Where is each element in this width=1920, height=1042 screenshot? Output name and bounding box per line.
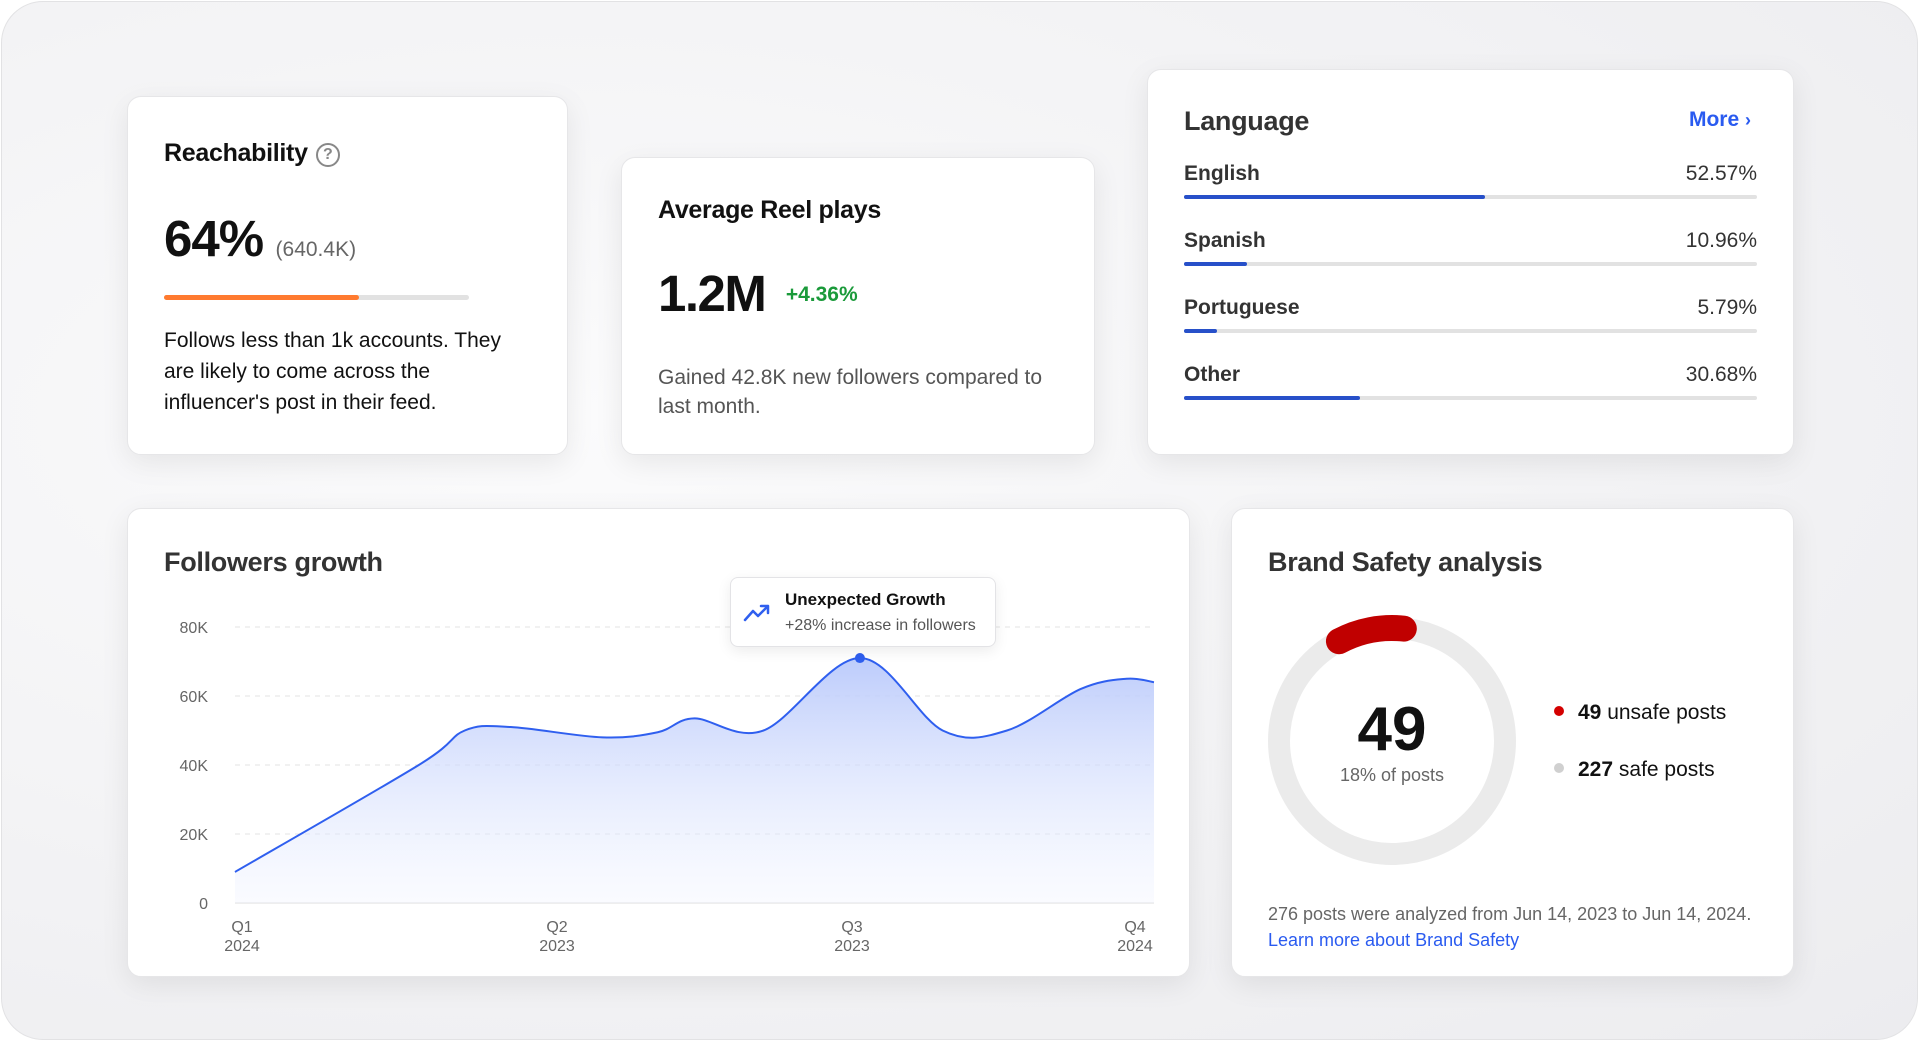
language-row: Other 30.68%	[1184, 363, 1757, 413]
chevron-right-icon: ›	[1745, 110, 1751, 130]
highlight-point[interactable]	[854, 653, 865, 664]
y-tick-label: 0	[199, 896, 208, 913]
reachability-value: 64%	[164, 210, 264, 267]
reachability-title-text: Reachability	[164, 139, 308, 167]
reel-title: Average Reel plays	[658, 196, 881, 224]
language-name: Spanish	[1184, 229, 1266, 252]
language-row: English 52.57%	[1184, 162, 1757, 212]
language-bar-fill	[1184, 195, 1486, 199]
reel-plays-card: Average Reel plays 1.2M +4.36% Gained 42…	[621, 157, 1095, 455]
donut-unsafe-arc	[1325, 615, 1417, 655]
reachability-value-row: 64% (640.4K)	[164, 209, 356, 268]
language-card: Language More › English 52.57% Spanish 10.9…	[1147, 69, 1794, 455]
reel-description: Gained 42.8K new followers compared to l…	[658, 366, 1043, 418]
question-circle-icon[interactable]: ?	[315, 143, 340, 167]
reachability-title: Reachability?	[164, 139, 340, 168]
y-tick-label: 60K	[180, 689, 209, 706]
legend-count: 227	[1578, 758, 1614, 781]
x-tick-quarter: Q2	[546, 919, 567, 936]
brand-safety-footer: 276 posts were analyzed from Jun 14, 202…	[1268, 904, 1752, 924]
legend-item: 49 unsafe posts	[1554, 701, 1726, 725]
legend-dot-icon	[1554, 706, 1564, 716]
language-percent: 5.79%	[1697, 296, 1757, 319]
language-percent: 30.68%	[1685, 363, 1757, 386]
more-link[interactable]: More ›	[1689, 108, 1751, 132]
language-bar	[1184, 329, 1757, 333]
x-tick-quarter: Q3	[841, 919, 862, 936]
area-fill	[235, 658, 1154, 903]
legend-label: safe posts	[1618, 758, 1715, 781]
language-bar	[1184, 262, 1757, 266]
reachability-progress	[164, 295, 469, 300]
growth-tooltip: Unexpected Growth +28% increase in follo…	[730, 577, 996, 647]
language-name: Other	[1184, 363, 1241, 386]
brand-safety-card: Brand Safety analysis 49 18% of posts 49…	[1231, 508, 1794, 977]
trending-up-icon	[743, 604, 770, 622]
language-percent: 10.96%	[1685, 229, 1757, 252]
language-name: Portuguese	[1184, 296, 1300, 319]
reachability-description: Follows less than 1k accounts. They are …	[164, 329, 501, 414]
language-bar-fill	[1184, 262, 1247, 266]
x-tick-quarter: Q1	[231, 919, 252, 936]
language-percent: 52.57%	[1685, 162, 1757, 185]
y-tick-label: 80K	[180, 620, 209, 637]
reel-value-row: 1.2M +4.36%	[658, 264, 858, 323]
tooltip-subtitle: +28% increase in followers	[785, 617, 976, 634]
x-tick-year: 2024	[224, 938, 260, 955]
followers-chart: 0 20K 40K 60K 80K Q1 2024 Q2 2023 Q3 2023 Q4 2024	[180, 620, 1155, 955]
tooltip-title: Unexpected Growth	[785, 590, 946, 609]
language-title: Language	[1184, 106, 1310, 136]
language-bar-fill	[1184, 396, 1360, 400]
y-tick-label: 20K	[180, 827, 209, 844]
learn-more-link[interactable]: Learn more about Brand Safety	[1268, 930, 1519, 951]
legend-count: 49	[1578, 701, 1602, 724]
reachability-count: (640.4K)	[275, 238, 357, 261]
brand-safety-title: Brand Safety analysis	[1268, 547, 1543, 577]
x-tick-year: 2023	[834, 938, 870, 955]
legend-dot-icon	[1554, 763, 1564, 773]
language-bar	[1184, 195, 1757, 199]
reel-value: 1.2M	[658, 265, 767, 322]
more-label: More	[1688, 108, 1740, 131]
language-row: Portuguese 5.79%	[1184, 296, 1757, 346]
reachability-card: Reachability? 64% (640.4K) Follows less …	[127, 96, 568, 455]
legend-label: unsafe posts	[1607, 701, 1727, 724]
followers-growth-card: Followers growth 0 20K 40K 60K 80K Q1 2024 Q2 20…	[127, 508, 1190, 977]
x-tick-year: 2024	[1117, 938, 1153, 955]
language-bar-fill	[1184, 329, 1218, 333]
reachability-progress-fill	[164, 295, 360, 300]
donut-center-value: 49	[1357, 695, 1427, 764]
reel-change: +4.36%	[785, 283, 858, 306]
x-tick-year: 2023	[539, 938, 575, 955]
donut-center-caption: 18% of posts	[1339, 765, 1445, 785]
language-row: Spanish 10.96%	[1184, 229, 1757, 279]
language-name: English	[1184, 162, 1260, 185]
x-tick-quarter: Q4	[1124, 919, 1145, 936]
language-bar	[1184, 396, 1757, 400]
y-tick-label: 40K	[180, 758, 209, 775]
legend-item: 227 safe posts	[1554, 758, 1715, 782]
